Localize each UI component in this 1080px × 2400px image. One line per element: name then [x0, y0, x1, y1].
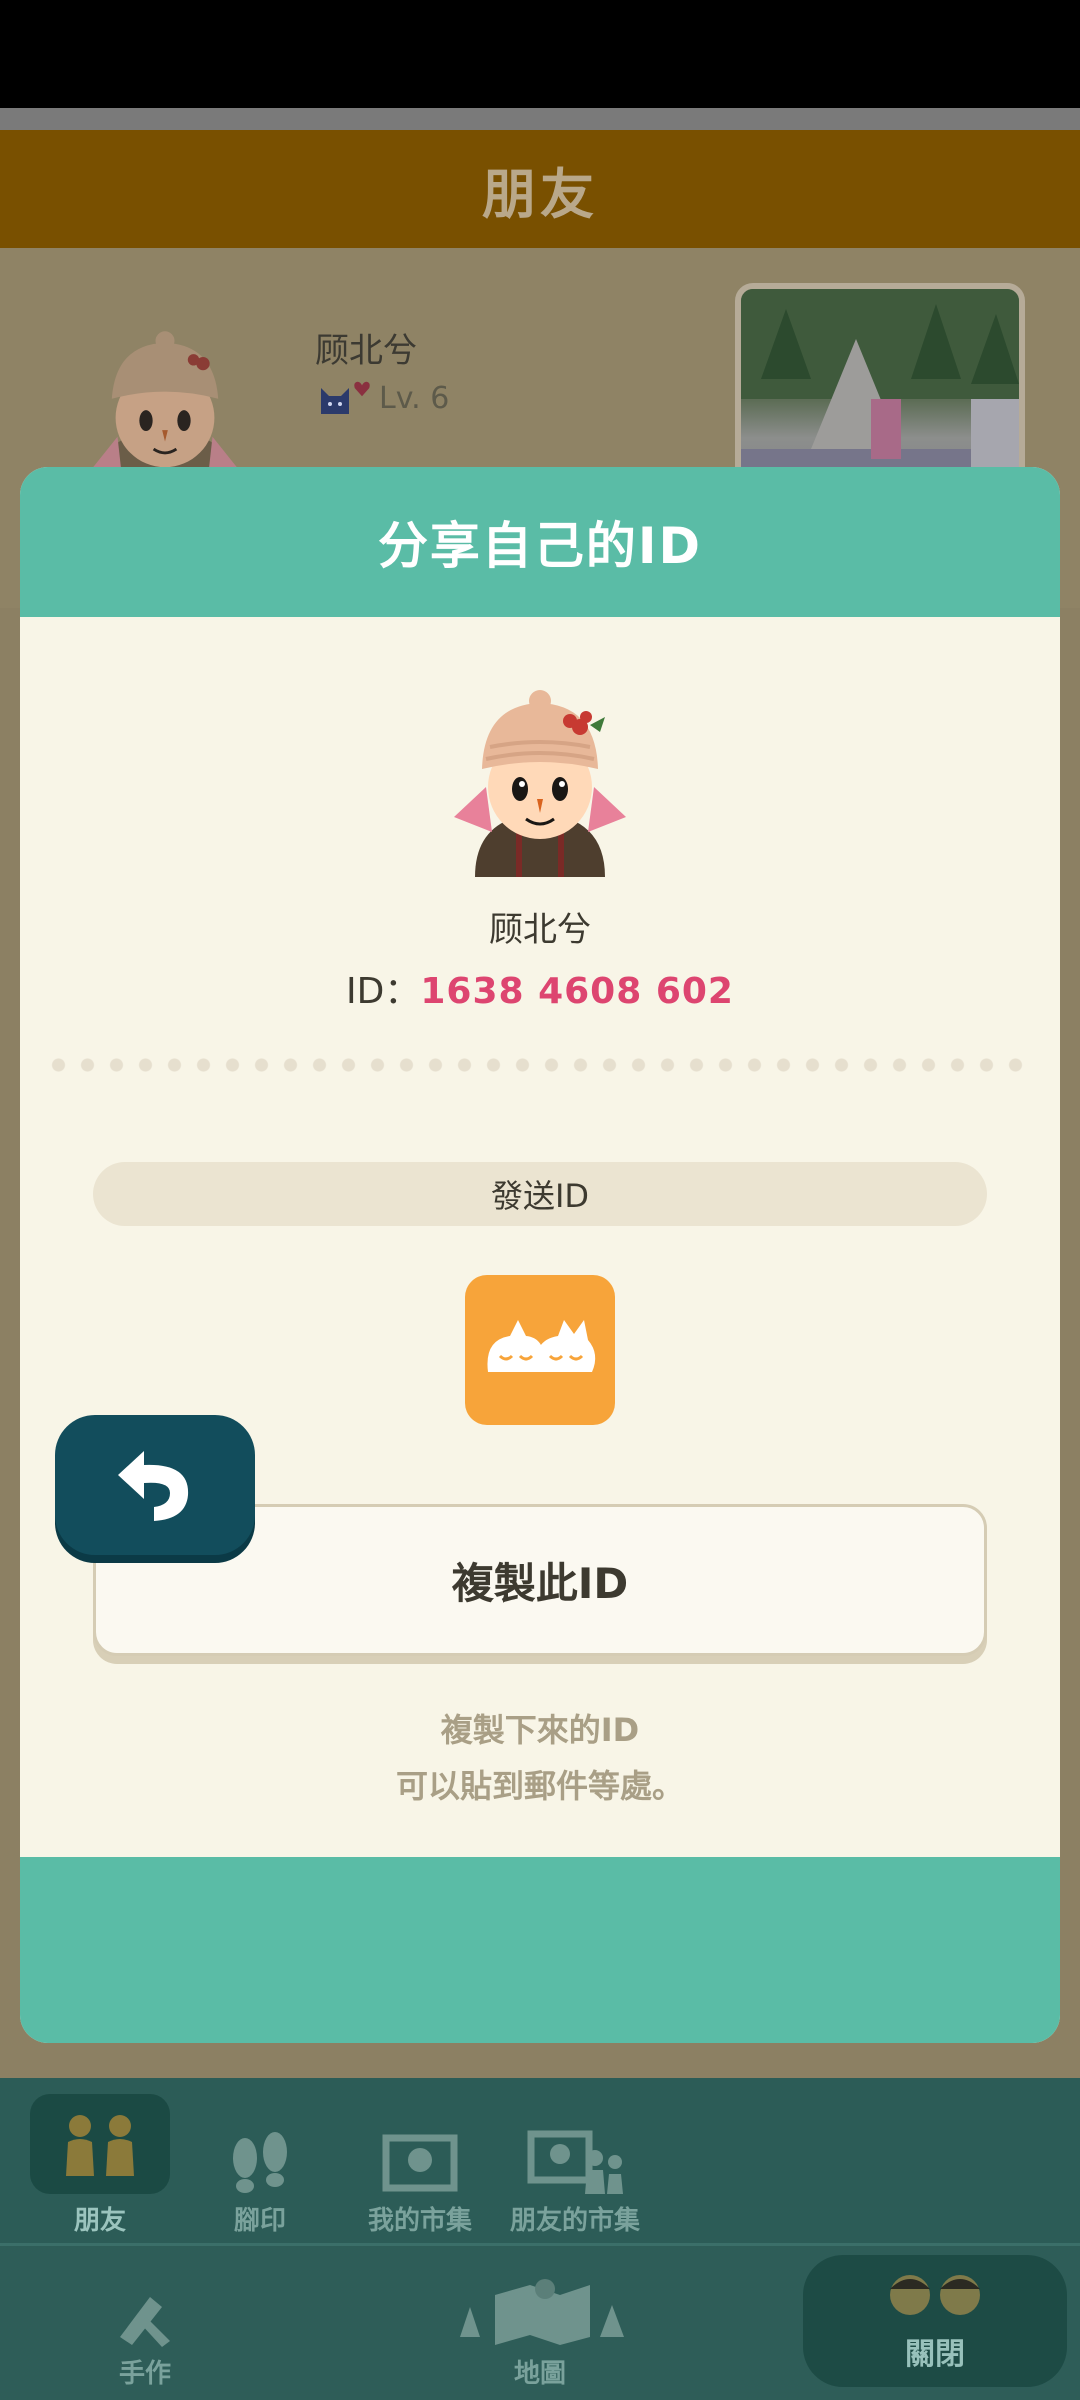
player-id: ID：1638 4608 602: [20, 962, 1060, 1014]
cat-icon: [321, 388, 349, 414]
profile-level: Lv. 6: [315, 378, 449, 418]
map-icon: [460, 2279, 624, 2345]
player-id-value: 1638 4608 602: [420, 971, 734, 1012]
friends-icon: [66, 2115, 134, 2176]
dialog-body: 顾北兮 ID：1638 4608 602 發送ID 複製此ID 複製下來的ID …: [20, 617, 1060, 1857]
friends-market-icon: [527, 2130, 623, 2194]
send-id-label: 發送ID: [93, 1162, 987, 1226]
copy-hint: 複製下來的ID 可以貼到郵件等處。: [20, 1702, 1060, 1814]
nav-friends[interactable]: 朋友: [30, 2087, 170, 2237]
dotted-divider: [44, 1057, 1036, 1073]
nav-friends-label: 朋友: [73, 2206, 126, 2236]
close-button[interactable]: 關閉: [803, 2255, 1067, 2387]
player-avatar: [454, 690, 626, 877]
market-icon: [382, 2134, 458, 2192]
profile-level-text: Lv. 6: [379, 380, 450, 416]
craft-icon: [120, 2297, 170, 2347]
close-friends-icon: [890, 2275, 980, 2315]
nav-friends-market-label: 朋友的市集: [509, 2206, 640, 2236]
line-app-icon[interactable]: [465, 1275, 615, 1425]
footprint-icon: [233, 2132, 287, 2193]
close-label: 關閉: [905, 2337, 965, 2372]
back-arrow-icon: [118, 1451, 189, 1521]
nav-footprints[interactable]: 腳印: [200, 2100, 320, 2237]
nav-footprints-label: 腳印: [233, 2206, 286, 2236]
dialog-header: 分享自己的ID: [20, 467, 1060, 617]
nav-my-market[interactable]: 我的市集: [350, 2100, 490, 2237]
player-id-label: ID：: [346, 971, 421, 1012]
copy-hint-line2: 可以貼到郵件等處。: [395, 1767, 684, 1805]
nav-crafting-label: 手作: [118, 2359, 171, 2389]
nav-crafting[interactable]: 手作: [85, 2270, 205, 2390]
dialog-title: 分享自己的ID: [377, 517, 703, 575]
nav-friends-market[interactable]: 朋友的市集: [500, 2100, 650, 2237]
nav-my-market-label: 我的市集: [367, 2206, 472, 2236]
line-app-glyph: [487, 1320, 596, 1372]
copy-hint-line1: 複製下來的ID: [440, 1711, 640, 1749]
status-bar: [0, 0, 1080, 108]
profile-name: 顾北兮: [315, 331, 417, 371]
share-id-dialog: 分享自己的ID 顾北兮 ID：1638 4608 602 發送ID 複製此ID …: [20, 467, 1060, 2043]
friends-header: 朋友: [0, 130, 1080, 248]
heart-icon: [354, 381, 370, 397]
nav-map-label: 地圖: [513, 2359, 566, 2389]
player-name: 顾北兮: [489, 910, 591, 950]
nav-map[interactable]: 地圖: [440, 2262, 640, 2390]
back-button[interactable]: [55, 1415, 255, 1555]
top-divider: [0, 108, 1080, 130]
friends-tab-highlight: [30, 2094, 170, 2194]
friends-title: 朋友: [482, 162, 598, 226]
dialog-footer: [20, 1857, 1060, 2043]
